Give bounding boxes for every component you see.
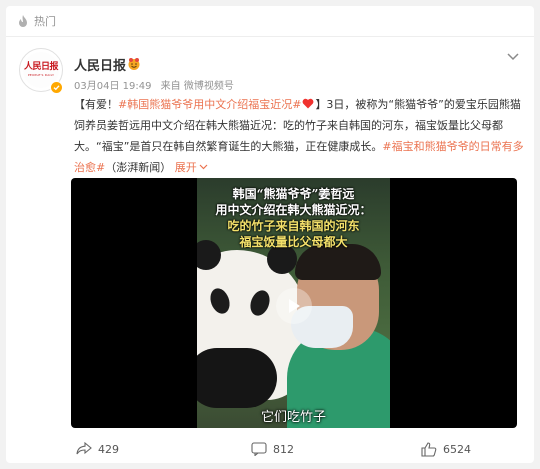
share-count: 429 xyxy=(98,442,119,456)
share-button[interactable]: 429 xyxy=(76,442,119,456)
chevron-down-icon xyxy=(199,164,208,170)
video-caption: 韩国“熊猫爷爷”姜哲远 用中文介绍在韩大熊猫近况： 吃的竹子来自韩国的河东 福宝… xyxy=(215,187,372,249)
post-text: 【有爱！#韩国熊猫爷爷用中文介绍福宝近况# 】3日，被称为“熊猫爷爷”的爱宝乐园熊… xyxy=(74,94,526,178)
avatar-logo-subtext: PEOPLE'S DAILY xyxy=(27,72,55,77)
comment-button[interactable]: 812 xyxy=(251,442,294,456)
chevron-down-icon[interactable] xyxy=(506,52,520,62)
post-meta: 03月04日 19:49 来自 微博视频号 xyxy=(74,77,240,92)
like-count: 6524 xyxy=(443,443,471,456)
expand-link[interactable]: 展开 xyxy=(175,161,208,174)
verified-check-icon xyxy=(50,81,63,94)
video-player[interactable]: 韩国“熊猫爷爷”姜哲远 用中文介绍在韩大熊猫近况： 吃的竹子来自韩国的河东 福宝… xyxy=(71,178,517,428)
hot-label: 热门 xyxy=(34,15,56,28)
thumbs-up-icon xyxy=(421,442,437,457)
feed-card: 热门 人民日报 PEOPLE'S DAILY 人民日报 03月04日 19:49… xyxy=(6,6,534,463)
heart-icon xyxy=(303,98,314,109)
comment-count: 812 xyxy=(273,442,294,456)
hot-header: 热门 xyxy=(6,6,534,37)
post-source: 来自 微博视频号 xyxy=(160,81,234,92)
text-prefix: 【有爱！ xyxy=(74,98,118,111)
share-icon xyxy=(76,442,92,455)
play-button[interactable] xyxy=(276,288,312,324)
smiley-badge-icon xyxy=(128,58,140,70)
like-button[interactable]: 6524 xyxy=(421,442,471,457)
video-subtitle: 它们吃竹子 xyxy=(260,410,326,425)
avatar-logo-text: 人民日报 xyxy=(23,62,59,73)
flame-icon xyxy=(19,15,27,27)
text-suffix: （澎湃新闻） xyxy=(105,161,172,174)
author-name[interactable]: 人民日报 xyxy=(74,55,126,74)
topic-tag-1[interactable]: #韩国熊猫爷爷用中文介绍福宝近况# xyxy=(118,98,301,111)
post-time[interactable]: 03月04日 19:49 xyxy=(74,81,151,92)
play-icon xyxy=(289,299,300,313)
action-bar: 429 812 6524 xyxy=(6,437,534,463)
comment-icon xyxy=(251,442,267,456)
